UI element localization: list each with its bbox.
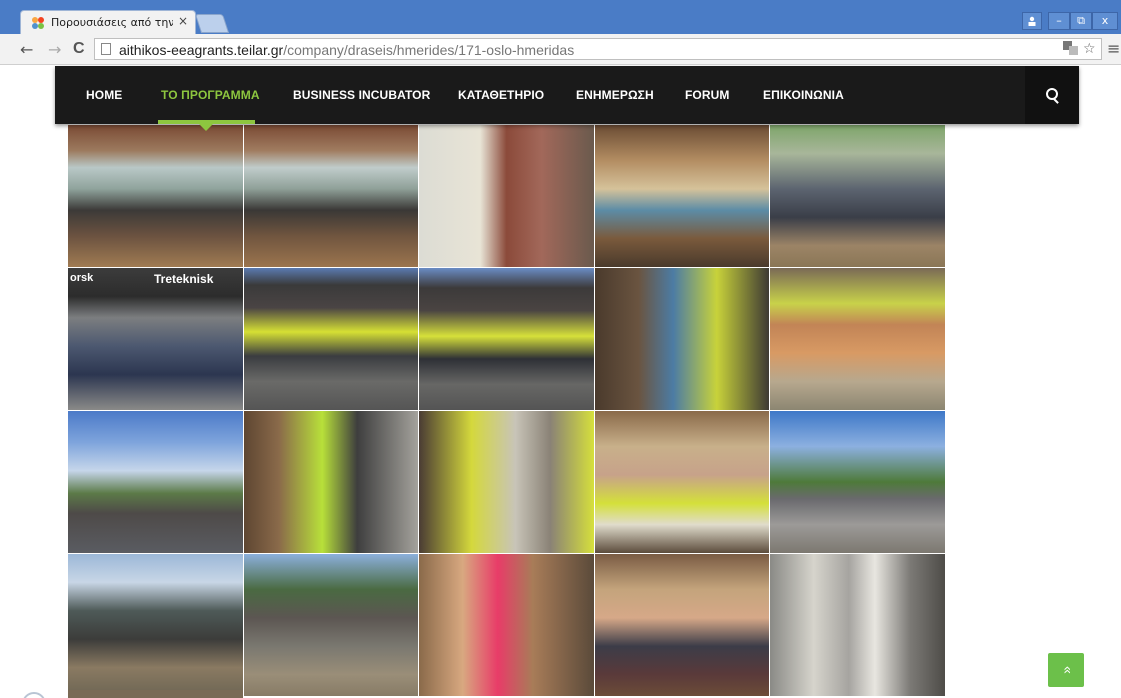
- nav-item-home[interactable]: HOME: [86, 88, 122, 102]
- address-bar[interactable]: aithikos-eeagrants.teilar.gr/company/dra…: [94, 38, 1102, 60]
- photo-gallery: orsk Treteknisk: [68, 125, 946, 697]
- search-icon: [1046, 88, 1058, 100]
- nav-item-programma[interactable]: ΤΟ ΠΡΟΓΡΑΜΜΑ: [161, 88, 260, 102]
- browser-toolbar: ← → C aithikos-eeagrants.teilar.gr/compa…: [0, 34, 1121, 65]
- gallery-photo[interactable]: [770, 554, 945, 696]
- gallery-photo[interactable]: [594, 411, 770, 553]
- main-navbar: HOME ΤΟ ΠΡΟΓΡΑΜΜΑ BUSINESS INCUBATOR ΚΑΤ…: [55, 66, 1079, 131]
- gallery-row: [68, 411, 946, 554]
- tab-title: Πορουσιάσεις από την επ: [51, 16, 173, 29]
- nav-item-epikoinonia[interactable]: ΕΠΙΚΟΙΝΩΝΙΑ: [763, 88, 844, 102]
- user-profile-icon[interactable]: [1022, 12, 1042, 30]
- nav-item-forum[interactable]: FORUM: [685, 88, 730, 102]
- gallery-photo[interactable]: [243, 268, 419, 410]
- page-icon: [101, 43, 111, 55]
- gallery-row: [68, 554, 946, 697]
- forward-button[interactable]: →: [48, 40, 61, 59]
- back-to-top-button[interactable]: »: [1048, 653, 1084, 687]
- close-window-button[interactable]: x: [1092, 12, 1118, 30]
- gallery-photo[interactable]: [419, 125, 594, 267]
- search-button[interactable]: [1025, 66, 1079, 124]
- sign-text: Treteknisk: [154, 272, 214, 286]
- back-button[interactable]: ←: [20, 40, 33, 59]
- gallery-photo[interactable]: [419, 411, 594, 553]
- gallery-photo[interactable]: [594, 554, 770, 696]
- gallery-photo[interactable]: [243, 411, 419, 553]
- sign-text: orsk: [70, 272, 94, 284]
- gallery-photo[interactable]: [594, 268, 770, 410]
- gallery-photo[interactable]: [243, 554, 419, 696]
- browser-titlebar: Πορουσιάσεις από την επ × – ⧉ x: [0, 0, 1121, 34]
- gallery-photo-partial[interactable]: [68, 690, 243, 698]
- chrome-menu-icon[interactable]: ≡: [1107, 39, 1120, 58]
- new-tab-button[interactable]: [194, 14, 230, 33]
- page-viewport: orsk Treteknisk HOME ΤΟ ΠΡΟΓΡΑΜΜΑ BUSINE…: [0, 65, 1121, 698]
- browser-tab[interactable]: Πορουσιάσεις από την επ ×: [20, 10, 196, 34]
- joomla-favicon-icon: [32, 17, 44, 29]
- gallery-photo[interactable]: [419, 268, 594, 410]
- gallery-photo[interactable]: [594, 125, 770, 267]
- chat-widget-icon[interactable]: [22, 692, 46, 698]
- nav-item-katathetirio[interactable]: ΚΑΤΑΘΕΤΗΡΙΟ: [458, 88, 544, 102]
- gallery-photo[interactable]: [68, 554, 243, 696]
- gallery-row: orsk Treteknisk: [68, 268, 946, 411]
- gallery-row: [68, 125, 946, 268]
- active-nav-caret: [199, 124, 213, 131]
- gallery-photo[interactable]: [770, 125, 945, 267]
- bookmark-star-icon[interactable]: ☆: [1083, 41, 1096, 57]
- gallery-photo[interactable]: [770, 268, 945, 410]
- nav-item-business-incubator[interactable]: BUSINESS INCUBATOR: [293, 88, 430, 102]
- gallery-photo[interactable]: orsk Treteknisk: [68, 268, 243, 410]
- gallery-photo[interactable]: [68, 125, 243, 267]
- translate-icon[interactable]: [1063, 41, 1079, 59]
- minimize-button[interactable]: –: [1048, 12, 1070, 30]
- url-text: aithikos-eeagrants.teilar.gr/company/dra…: [119, 42, 575, 58]
- gallery-photo[interactable]: [68, 411, 243, 553]
- gallery-photo[interactable]: [419, 554, 594, 696]
- double-chevron-up-icon: »: [1057, 666, 1074, 674]
- tab-close-icon[interactable]: ×: [178, 14, 188, 28]
- gallery-photo[interactable]: [243, 125, 419, 267]
- reload-button[interactable]: C: [73, 40, 85, 58]
- nav-item-enimerosi[interactable]: ΕΝΗΜΕΡΩΣΗ: [576, 88, 654, 102]
- gallery-photo[interactable]: [770, 411, 945, 553]
- restore-button[interactable]: ⧉: [1070, 12, 1092, 30]
